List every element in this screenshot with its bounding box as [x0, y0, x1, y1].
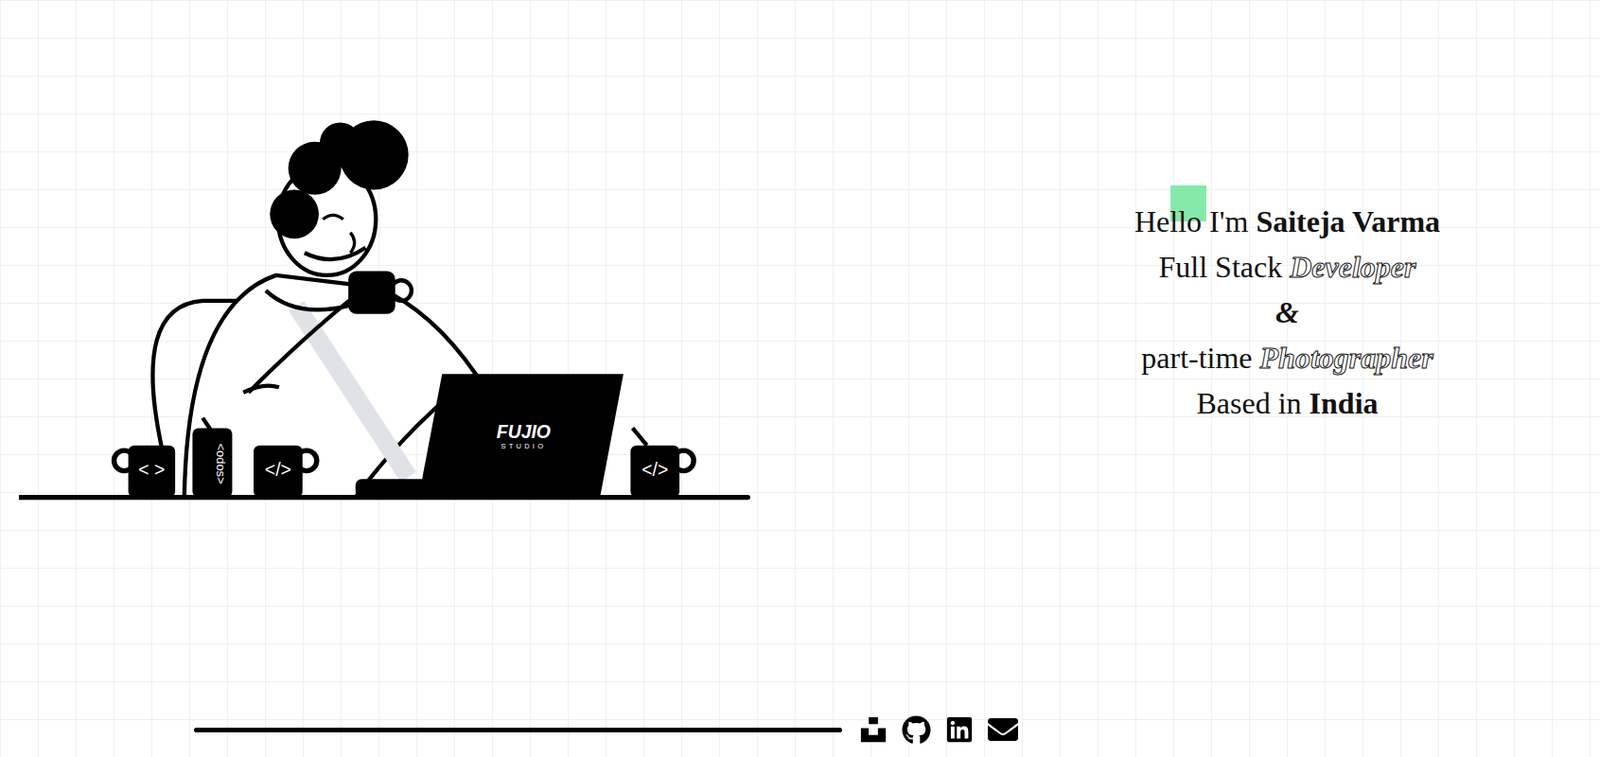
intro-line: Full Stack Developer [1134, 244, 1441, 290]
unsplash-icon[interactable] [859, 715, 888, 744]
svg-text:< >: < > [138, 458, 165, 480]
social-links [859, 714, 1019, 745]
intro-panel: Hello I'm Saiteja VarmaFull Stack Develo… [756, 0, 1600, 426]
footer-line [193, 727, 843, 733]
intro-line: Hello I'm Saiteja Varma [1134, 198, 1441, 245]
intro-text: Hello I'm Saiteja VarmaFull Stack Develo… [1134, 198, 1441, 426]
developer-illustration: FUJIOSTUDIO < > <odos> </> </> [18, 117, 754, 503]
github-icon[interactable] [901, 715, 932, 745]
linkedin-icon[interactable] [945, 715, 974, 744]
intro-segment: part-time [1141, 340, 1260, 375]
email-icon[interactable] [987, 714, 1019, 745]
intro-line: Based in India [1134, 380, 1441, 426]
portfolio-page: FUJIOSTUDIO < > <odos> </> </> Hello I'm Sait… [0, 0, 1600, 757]
intro-segment: Photographer [1260, 340, 1434, 375]
svg-text:STUDIO: STUDIO [500, 441, 546, 451]
hero: FUJIOSTUDIO < > <odos> </> </> Hello I'm Sait… [0, 0, 1600, 715]
intro-segment: Hello I'm [1134, 204, 1256, 239]
intro-segment: Full Stack [1159, 249, 1291, 284]
intro-segment: India [1309, 386, 1379, 421]
intro-segment: Based in [1195, 386, 1309, 421]
svg-text:</>: </> [264, 458, 292, 480]
svg-text:<odos>: <odos> [213, 443, 229, 485]
svg-text:FUJIO: FUJIO [496, 421, 551, 442]
svg-text:</>: </> [641, 458, 669, 480]
intro-segment: Developer [1289, 249, 1416, 284]
illustration-panel: FUJIOSTUDIO < > <odos> </> </> [0, 0, 757, 503]
intro-segment: Saiteja Varma [1255, 204, 1441, 239]
intro-line: & [1134, 289, 1441, 335]
intro-line: part-time Photographer [1134, 334, 1441, 381]
footer [0, 714, 1600, 757]
intro-segment: & [1275, 295, 1300, 330]
